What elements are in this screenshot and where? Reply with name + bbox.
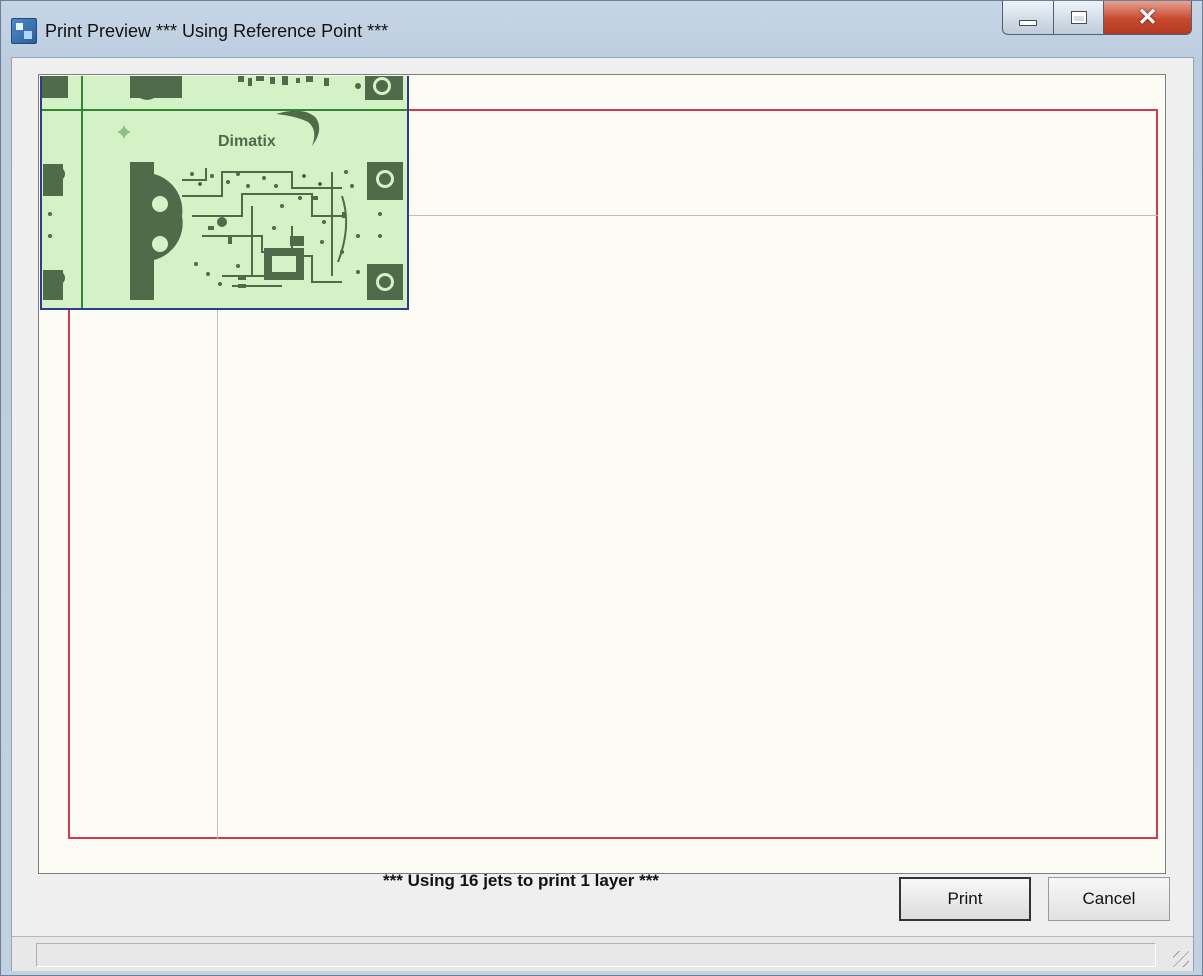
minimize-icon xyxy=(1019,19,1037,26)
pcb-logo-text: Dimatix xyxy=(218,133,276,150)
print-preview-canvas[interactable]: Dimatix xyxy=(38,74,1166,874)
pcb-pattern-preview[interactable]: Dimatix xyxy=(40,76,409,310)
close-icon: ✕ xyxy=(1137,3,1158,31)
pcb-pattern-graphic: Dimatix xyxy=(42,76,407,308)
maximize-button[interactable] xyxy=(1054,1,1104,35)
status-bar-pane xyxy=(36,943,1156,967)
close-button[interactable]: ✕ xyxy=(1104,1,1192,35)
print-button[interactable]: Print xyxy=(899,877,1031,921)
window-title: Print Preview *** Using Reference Point … xyxy=(45,21,389,41)
minimize-button[interactable] xyxy=(1002,1,1054,35)
cancel-button[interactable]: Cancel xyxy=(1048,877,1170,921)
client-area: Dimatix *** Using 16 jets to print 1 lay… xyxy=(11,57,1194,971)
title-bar[interactable]: Print Preview *** Using Reference Point … xyxy=(1,1,1202,57)
jet-usage-message: *** Using 16 jets to print 1 layer *** xyxy=(383,871,659,890)
print-preview-window: Print Preview *** Using Reference Point … xyxy=(0,0,1203,976)
status-bar xyxy=(12,936,1193,971)
maximize-icon xyxy=(1070,11,1087,24)
caption-buttons: ✕ xyxy=(1002,1,1192,35)
resize-grip-icon[interactable] xyxy=(1173,951,1189,967)
app-icon xyxy=(11,18,37,44)
